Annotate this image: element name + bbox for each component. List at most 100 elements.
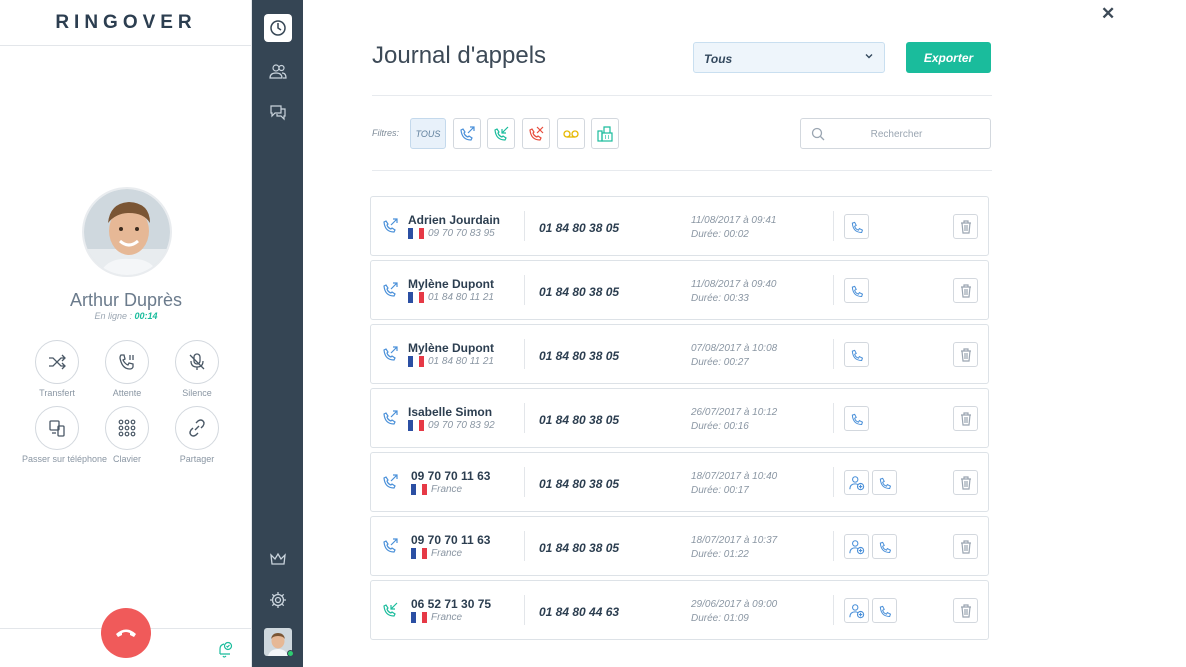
add-contact-button[interactable] — [844, 598, 869, 623]
call-timer: 00:14 — [134, 311, 158, 321]
call-date: 29/06/2017 à 09:00 — [691, 599, 778, 610]
phone-icon — [851, 349, 863, 361]
divider — [524, 531, 525, 561]
divider — [524, 595, 525, 625]
call-back-button[interactable] — [872, 470, 897, 495]
chat-icon — [270, 105, 286, 121]
outgoing-call-icon — [383, 346, 398, 361]
call-date: 11/08/2017 à 09:40 — [691, 279, 777, 290]
delete-button[interactable] — [953, 278, 978, 303]
call-row[interactable]: Adrien Jourdain 09 70 70 83 95 01 84 80 38… — [370, 196, 989, 256]
divider — [524, 211, 525, 241]
notification-bell-icon[interactable] — [216, 641, 234, 664]
call-direction-indicator — [381, 345, 399, 368]
nav-call-log[interactable] — [264, 14, 292, 42]
delete-button[interactable] — [953, 534, 978, 559]
outgoing-call-icon — [383, 218, 398, 233]
nav-settings[interactable] — [264, 586, 292, 614]
filter-voicemail[interactable] — [557, 118, 585, 149]
hangup-button[interactable] — [101, 608, 151, 658]
call-row[interactable]: 09 70 70 11 63 France 01 84 80 38 05 18/07/… — [370, 516, 989, 576]
nav-sidebar — [252, 0, 303, 667]
filter-incoming[interactable] — [487, 118, 515, 149]
call-type-select[interactable]: Tous — [693, 42, 885, 73]
call-date: 11/08/2017 à 09:41 — [691, 215, 777, 226]
filter-outgoing[interactable] — [453, 118, 481, 149]
outgoing-call-icon — [460, 125, 475, 141]
call-row[interactable]: 09 70 70 11 63 France 01 84 80 38 05 18/07/… — [370, 452, 989, 512]
caller-sub: France — [431, 548, 463, 559]
call-direction-indicator — [381, 537, 399, 560]
phone-icon — [851, 221, 863, 233]
divider — [833, 403, 834, 433]
caller-detail: France — [411, 548, 462, 559]
delete-button[interactable] — [953, 470, 978, 495]
call-duration: Durée: 00:27 — [691, 357, 749, 368]
add-contact-icon — [848, 475, 864, 490]
call-row[interactable]: Isabelle Simon 09 70 70 83 92 01 84 80 38 … — [370, 388, 989, 448]
trash-icon — [960, 411, 971, 426]
ringover-logo: RINGOVER — [0, 0, 252, 46]
call-back-button[interactable] — [844, 342, 869, 367]
caller-label: Mylène Dupont — [408, 277, 494, 291]
filter-missed[interactable] — [522, 118, 550, 149]
france-flag-icon — [408, 228, 424, 239]
call-row[interactable]: 06 52 71 30 75 France 01 84 80 44 63 29/06/… — [370, 580, 989, 640]
call-row[interactable]: Mylène Dupont 01 84 80 11 21 01 84 80 38 0… — [370, 260, 989, 320]
phone-icon — [879, 605, 891, 617]
switch-device-button[interactable]: Passer sur téléphone — [22, 406, 107, 464]
caller-label: Adrien Jourdain — [408, 213, 501, 227]
divider — [833, 275, 834, 305]
call-date: 18/07/2017 à 10:40 — [691, 471, 778, 482]
filter-fax[interactable] — [591, 118, 619, 149]
crown-icon — [270, 552, 286, 565]
call-back-button[interactable] — [872, 598, 897, 623]
divider — [833, 531, 834, 561]
close-icon[interactable]: ✕ — [1101, 4, 1115, 24]
fax-icon — [597, 125, 613, 142]
delete-button[interactable] — [953, 214, 978, 239]
trash-icon — [960, 219, 971, 234]
delete-button[interactable] — [953, 598, 978, 623]
caller-sub: 01 84 80 11 21 — [428, 356, 494, 367]
called-number: 01 84 80 38 05 — [539, 477, 620, 491]
search-input[interactable]: Rechercher — [800, 118, 991, 149]
delete-button[interactable] — [953, 342, 978, 367]
call-back-button[interactable] — [844, 278, 869, 303]
france-flag-icon — [411, 612, 427, 623]
nav-messages[interactable] — [264, 98, 292, 126]
call-direction-indicator — [381, 473, 399, 496]
call-duration: Durée: 00:17 — [691, 485, 749, 496]
call-duration: Durée: 01:22 — [691, 549, 749, 560]
call-back-button[interactable] — [872, 534, 897, 559]
hold-button[interactable]: Attente — [92, 340, 162, 398]
nav-contacts[interactable] — [264, 57, 292, 85]
call-back-button[interactable] — [844, 214, 869, 239]
keypad-button[interactable]: Clavier — [92, 406, 162, 464]
france-flag-icon — [411, 548, 427, 559]
call-row[interactable]: Mylène Dupont 01 84 80 11 21 01 84 80 38 0… — [370, 324, 989, 384]
france-flag-icon — [408, 420, 424, 431]
call-back-button[interactable] — [844, 406, 869, 431]
divider — [833, 211, 834, 241]
called-number: 01 84 80 38 05 — [539, 285, 620, 299]
divider — [524, 275, 525, 305]
transfer-button[interactable]: Transfert — [22, 340, 92, 398]
nav-premium[interactable] — [264, 545, 292, 573]
add-contact-button[interactable] — [844, 470, 869, 495]
call-direction-indicator — [381, 409, 399, 432]
call-datetime: 07/08/2017 à 10:08 Durée: 00:27 — [691, 342, 777, 370]
filter-all[interactable]: TOUS — [410, 118, 446, 149]
online-status-dot — [287, 650, 294, 657]
add-contact-button[interactable] — [844, 534, 869, 559]
search-placeholder: Rechercher — [870, 129, 923, 140]
caller-sub: 09 70 70 83 95 — [428, 228, 495, 239]
mute-button[interactable]: Silence — [162, 340, 232, 398]
mic-off-icon — [189, 353, 205, 370]
delete-button[interactable] — [953, 406, 978, 431]
share-button[interactable]: Partager — [162, 406, 232, 464]
phone-icon — [851, 285, 863, 297]
export-button[interactable]: Exporter — [906, 42, 991, 73]
call-datetime: 11/08/2017 à 09:41 Durée: 00:02 — [691, 214, 776, 242]
called-number: 01 84 80 38 05 — [539, 221, 620, 235]
